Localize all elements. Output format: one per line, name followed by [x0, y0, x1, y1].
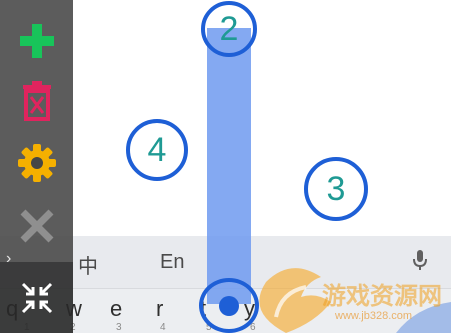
swipe-path — [207, 28, 251, 304]
key-e[interactable]: e — [110, 296, 122, 322]
expand-arrow-icon[interactable]: › — [6, 250, 11, 268]
touch-point-label: 4 — [147, 130, 167, 169]
microphone-icon[interactable] — [412, 248, 428, 278]
close-button[interactable] — [0, 195, 73, 257]
close-icon — [20, 209, 53, 243]
add-button[interactable] — [0, 10, 73, 72]
key-r[interactable]: r — [156, 296, 163, 322]
key-hint-4: 4 — [160, 322, 166, 333]
touch-point-dot — [219, 296, 239, 316]
watermark-url: www.jb328.com — [335, 310, 413, 322]
collapse-button[interactable] — [0, 262, 73, 333]
touch-point-3: 3 — [304, 157, 368, 221]
touch-point-label: 2 — [219, 9, 239, 48]
trash-icon — [22, 81, 51, 121]
touch-point-label: 3 — [326, 169, 346, 208]
gear-icon — [17, 144, 56, 182]
language-english-key[interactable]: En — [160, 251, 184, 274]
watermark-text: 游戏资源网 — [322, 283, 442, 310]
touch-point-4: 4 — [126, 119, 188, 181]
settings-button[interactable] — [0, 132, 73, 194]
touch-point-2: 2 — [201, 1, 257, 57]
plus-icon — [19, 24, 54, 58]
language-chinese-key[interactable]: 中 — [78, 250, 98, 279]
key-hint-3: 3 — [116, 322, 122, 333]
tool-panel — [0, 0, 73, 262]
delete-button[interactable] — [0, 70, 73, 132]
collapse-icon — [21, 282, 52, 313]
